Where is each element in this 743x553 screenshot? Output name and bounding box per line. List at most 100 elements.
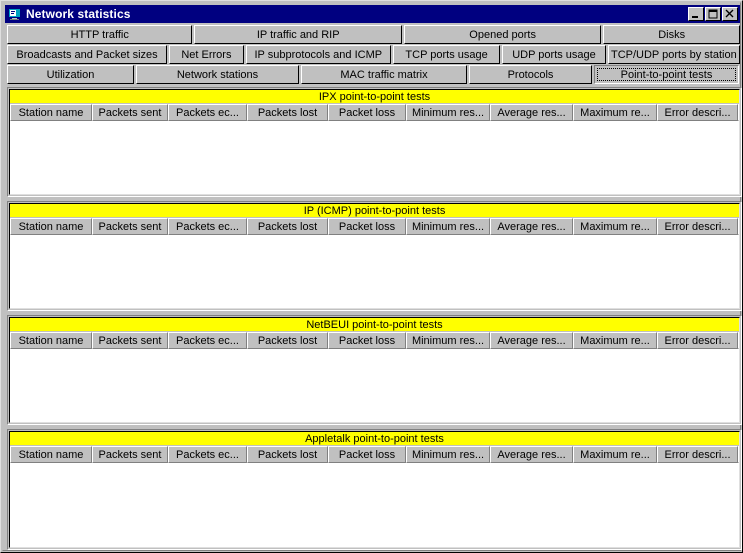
close-button[interactable] bbox=[722, 7, 738, 21]
column-header-minimum-res[interactable]: Minimum res... bbox=[406, 104, 490, 121]
column-header-label: Error descri... bbox=[664, 334, 731, 347]
column-header-label: Packets ec... bbox=[176, 220, 239, 233]
column-header-station-name[interactable]: Station name bbox=[10, 218, 92, 235]
panel-title-band: Appletalk point-to-point tests bbox=[10, 432, 739, 446]
column-header-label: Packet loss bbox=[338, 106, 396, 119]
column-header-label: Average res... bbox=[497, 448, 566, 461]
column-header-packets-lost[interactable]: Packets lost bbox=[247, 104, 328, 121]
column-header-maximum-re[interactable]: Maximum re... bbox=[573, 332, 657, 349]
column-header-label: Packets sent bbox=[98, 220, 162, 233]
column-header-label: Average res... bbox=[497, 334, 566, 347]
tab-opened-ports[interactable]: Opened ports bbox=[403, 25, 602, 44]
column-header-packets-lost[interactable]: Packets lost bbox=[247, 446, 328, 463]
column-header-station-name[interactable]: Station name bbox=[10, 332, 92, 349]
column-header-average-res[interactable]: Average res... bbox=[490, 104, 573, 121]
maximize-button[interactable] bbox=[705, 7, 721, 21]
tab-label: Disks bbox=[658, 28, 686, 41]
tab-label: IP subprotocols and ICMP bbox=[254, 48, 383, 61]
column-header-packets-lost[interactable]: Packets lost bbox=[247, 332, 328, 349]
tab-label: Net Errors bbox=[181, 48, 232, 61]
tab-ip-subprotocols-and-icmp[interactable]: IP subprotocols and ICMP bbox=[245, 45, 391, 64]
grid-rows-area[interactable] bbox=[10, 235, 739, 308]
tab-udp-ports-usage[interactable]: UDP ports usage bbox=[502, 45, 606, 64]
maximize-icon bbox=[706, 8, 720, 20]
column-header-error-descri[interactable]: Error descri... bbox=[657, 332, 738, 349]
column-header-average-res[interactable]: Average res... bbox=[490, 446, 573, 463]
column-header-packets-ec[interactable]: Packets ec... bbox=[168, 104, 247, 121]
column-header-label: Average res... bbox=[497, 106, 566, 119]
tab-http-traffic[interactable]: HTTP traffic bbox=[7, 25, 193, 44]
grid-rows-area[interactable] bbox=[10, 349, 739, 422]
grid-panel-inner: IPX point-to-point tests Station name Pack… bbox=[9, 89, 740, 195]
column-header-error-descri[interactable]: Error descri... bbox=[657, 218, 738, 235]
column-header-label: Station name bbox=[18, 334, 84, 347]
column-header-packets-sent[interactable]: Packets sent bbox=[92, 104, 168, 121]
column-header-label: Average res... bbox=[497, 220, 566, 233]
column-header-packet-loss[interactable]: Packet loss bbox=[328, 446, 406, 463]
column-header-row: Station name Packets sent Packets ec... Pac… bbox=[10, 446, 739, 463]
column-header-label: Station name bbox=[18, 448, 84, 461]
column-header-packets-ec[interactable]: Packets ec... bbox=[168, 332, 247, 349]
column-header-packet-loss[interactable]: Packet loss bbox=[328, 104, 406, 121]
minimize-button[interactable] bbox=[688, 7, 704, 21]
tab-net-errors[interactable]: Net Errors bbox=[169, 45, 244, 64]
column-header-average-res[interactable]: Average res... bbox=[490, 218, 573, 235]
tab-label: Point-to-point tests bbox=[620, 68, 713, 81]
grid-panel-inner: IP (ICMP) point-to-point tests Station na… bbox=[9, 203, 740, 309]
column-header-label: Maximum re... bbox=[580, 334, 650, 347]
tab-point-to-point-tests[interactable]: Point-to-point tests bbox=[594, 65, 739, 84]
column-header-packets-sent[interactable]: Packets sent bbox=[92, 218, 168, 235]
column-header-maximum-re[interactable]: Maximum re... bbox=[573, 104, 657, 121]
column-header-label: Station name bbox=[18, 106, 84, 119]
column-header-packet-loss[interactable]: Packet loss bbox=[328, 332, 406, 349]
column-header-minimum-res[interactable]: Minimum res... bbox=[406, 332, 490, 349]
column-header-label: Packets lost bbox=[257, 106, 318, 119]
column-header-minimum-res[interactable]: Minimum res... bbox=[406, 218, 490, 235]
tab-broadcasts-and-packet-sizes[interactable]: Broadcasts and Packet sizes bbox=[7, 45, 168, 64]
grid-panel: IPX point-to-point tests Station name Pack… bbox=[7, 87, 742, 197]
column-header-blank[interactable] bbox=[738, 446, 739, 463]
column-header-label: Maximum re... bbox=[580, 448, 650, 461]
column-header-packets-ec[interactable]: Packets ec... bbox=[168, 218, 247, 235]
close-icon bbox=[723, 8, 737, 20]
column-header-row: Station name Packets sent Packets ec... Pac… bbox=[10, 104, 739, 121]
computer-monitor-icon bbox=[7, 7, 23, 21]
window-inner-frame: Network statistics HTTP traffic IP traff… bbox=[2, 2, 742, 551]
column-header-packets-lost[interactable]: Packets lost bbox=[247, 218, 328, 235]
tab-protocols[interactable]: Protocols bbox=[469, 65, 592, 84]
column-header-average-res[interactable]: Average res... bbox=[490, 332, 573, 349]
column-header-packets-sent[interactable]: Packets sent bbox=[92, 332, 168, 349]
grid-rows-area[interactable] bbox=[10, 121, 739, 194]
tab-label: MAC traffic matrix bbox=[340, 68, 428, 81]
column-header-label: Packets lost bbox=[257, 334, 318, 347]
column-header-blank[interactable] bbox=[738, 218, 739, 235]
column-header-station-name[interactable]: Station name bbox=[10, 104, 92, 121]
tab-tcp-udp-ports-by-station[interactable]: TCP/UDP ports by station bbox=[607, 45, 740, 64]
column-header-error-descri[interactable]: Error descri... bbox=[657, 104, 738, 121]
grid-rows-area[interactable] bbox=[10, 463, 739, 547]
network-statistics-window: Network statistics HTTP traffic IP traff… bbox=[0, 0, 743, 553]
column-header-maximum-re[interactable]: Maximum re... bbox=[573, 218, 657, 235]
tab-label: Network stations bbox=[176, 68, 259, 81]
column-header-packets-sent[interactable]: Packets sent bbox=[92, 446, 168, 463]
column-header-packet-loss[interactable]: Packet loss bbox=[328, 218, 406, 235]
column-header-error-descri[interactable]: Error descri... bbox=[657, 446, 738, 463]
tab-label: HTTP traffic bbox=[70, 28, 129, 41]
column-header-station-name[interactable]: Station name bbox=[10, 446, 92, 463]
column-header-minimum-res[interactable]: Minimum res... bbox=[406, 446, 490, 463]
tab-ip-traffic-and-rip[interactable]: IP traffic and RIP bbox=[194, 25, 402, 44]
tab-network-stations[interactable]: Network stations bbox=[136, 65, 299, 84]
tab-utilization[interactable]: Utilization bbox=[7, 65, 134, 84]
column-header-label: Minimum res... bbox=[411, 220, 485, 233]
column-header-packets-ec[interactable]: Packets ec... bbox=[168, 446, 247, 463]
column-header-maximum-re[interactable]: Maximum re... bbox=[573, 446, 657, 463]
tab-tcp-ports-usage[interactable]: TCP ports usage bbox=[392, 45, 501, 64]
column-header-blank[interactable] bbox=[738, 332, 739, 349]
minimize-icon bbox=[689, 8, 703, 20]
window-controls bbox=[688, 7, 738, 21]
column-header-label: Packet loss bbox=[338, 448, 396, 461]
column-header-blank[interactable] bbox=[738, 104, 739, 121]
column-header-label: Maximum re... bbox=[580, 220, 650, 233]
tab-disks[interactable]: Disks bbox=[603, 25, 740, 44]
tab-mac-traffic-matrix[interactable]: MAC traffic matrix bbox=[301, 65, 467, 84]
